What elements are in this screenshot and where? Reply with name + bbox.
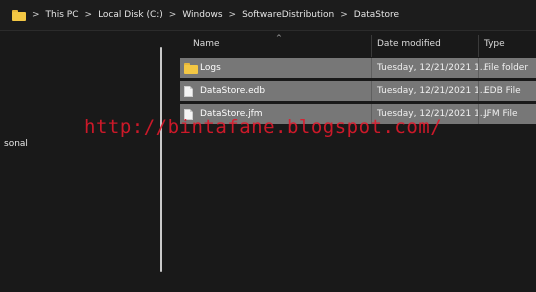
breadcrumb-windows[interactable]: Windows <box>182 10 222 20</box>
column-header-type[interactable]: Type <box>484 39 505 49</box>
folder-icon <box>184 63 198 74</box>
sort-up-icon: ^ <box>276 34 282 42</box>
chevron-right-icon[interactable]: > <box>32 10 40 20</box>
file-type: File folder <box>484 63 529 73</box>
chevron-right-icon[interactable]: > <box>169 10 177 20</box>
chevron-right-icon[interactable]: > <box>229 10 237 20</box>
file-icon <box>184 86 193 97</box>
folder-icon <box>12 9 26 21</box>
cell-divider <box>371 81 372 101</box>
cell-divider <box>478 81 479 101</box>
file-date: Tuesday, 12/21/2021 1... <box>377 86 489 96</box>
breadcrumb-local-disk[interactable]: Local Disk (C:) <box>98 10 163 20</box>
file-list: ^ Name Date modified Type Logs Tuesday, … <box>172 31 536 292</box>
breadcrumb-this-pc[interactable]: This PC <box>46 10 79 20</box>
address-bar[interactable]: > This PC > Local Disk (C:) > Windows > … <box>0 0 536 31</box>
file-type: JFM File <box>484 109 518 119</box>
file-row-datastore-edb[interactable]: DataStore.edb Tuesday, 12/21/2021 1... E… <box>180 81 536 101</box>
column-divider[interactable] <box>478 35 479 57</box>
cell-divider <box>478 58 479 78</box>
cell-divider <box>371 58 372 78</box>
watermark-text: http://bintafane.blogspot.com/ <box>84 116 443 138</box>
file-name: Logs <box>200 63 221 73</box>
nav-scrollbar[interactable] <box>160 47 162 272</box>
file-type: EDB File <box>484 86 521 96</box>
column-header-row: ^ Name Date modified Type <box>172 31 536 57</box>
cell-divider <box>478 104 479 124</box>
file-date: Tuesday, 12/21/2021 1... <box>377 63 489 73</box>
nav-item-personal[interactable]: sonal <box>4 139 28 149</box>
column-divider[interactable] <box>371 35 372 57</box>
navigation-pane: sonal <box>0 31 166 292</box>
column-header-name[interactable]: Name <box>193 39 220 49</box>
file-name: DataStore.edb <box>200 86 266 96</box>
file-row-logs[interactable]: Logs Tuesday, 12/21/2021 1... File folde… <box>180 58 536 78</box>
breadcrumb-softwaredistribution[interactable]: SoftwareDistribution <box>242 10 334 20</box>
breadcrumb-datastore[interactable]: DataStore <box>354 10 399 20</box>
chevron-right-icon[interactable]: > <box>340 10 348 20</box>
chevron-right-icon[interactable]: > <box>85 10 93 20</box>
column-header-date-modified[interactable]: Date modified <box>377 39 441 49</box>
